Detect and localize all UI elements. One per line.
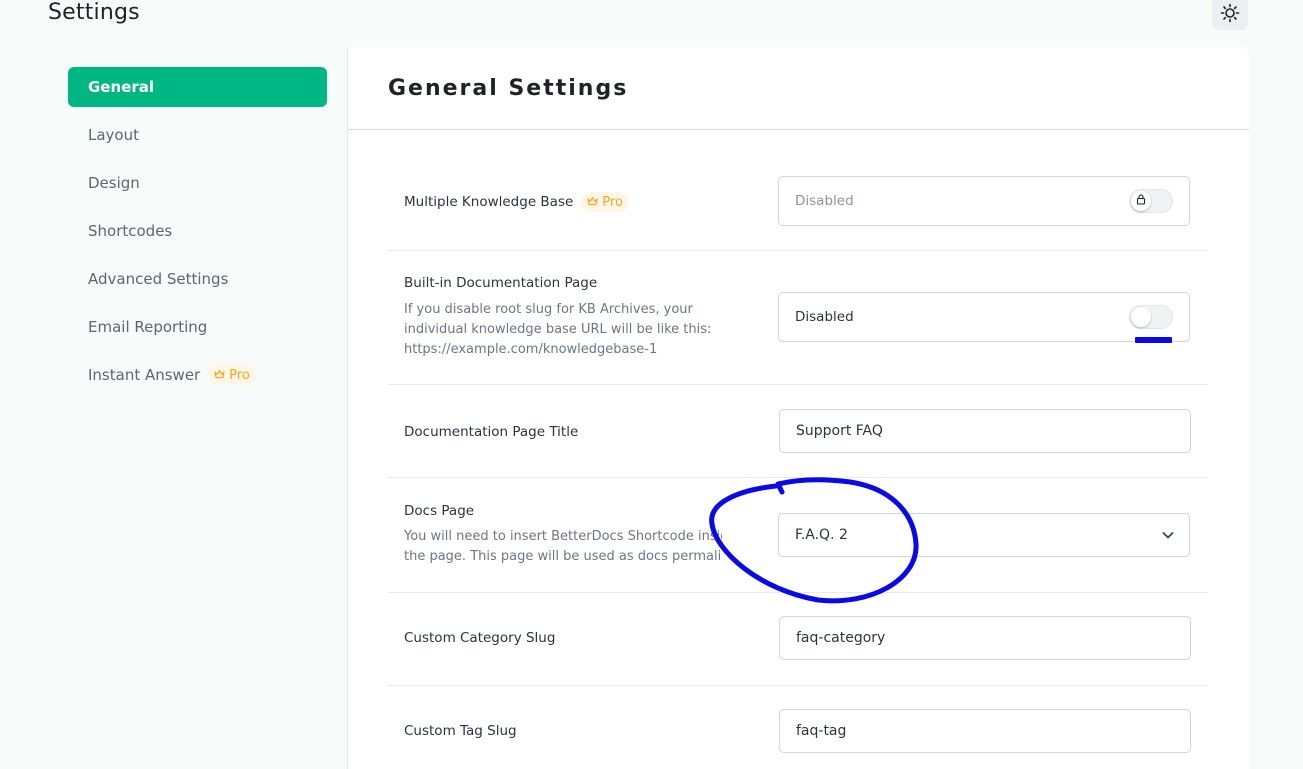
docs-page-select[interactable]: F.A.Q. 2 [778,513,1190,557]
sidebar-item-label: Email Reporting [88,318,208,336]
setting-label: Documentation Page Title [404,424,579,440]
settings-content: General Settings Multiple Knowledge Base… [347,47,1249,769]
content-header: General Settings [348,47,1249,130]
setting-label: Built-in Documentation Page [404,275,598,291]
pro-badge: Pro [208,365,256,385]
chevron-down-icon [1161,528,1175,542]
toggle-knob [1131,191,1151,211]
sidebar-item-label: General [88,78,154,96]
setting-row-docs-title: Documentation Page Title Support FAQ [388,384,1208,478]
sidebar-item-general[interactable]: General [68,67,327,107]
sidebar-item-label: Layout [88,126,139,144]
page-title: Settings [48,0,140,25]
theme-toggle-button[interactable] [1212,0,1248,30]
sidebar-item-advanced-settings[interactable]: Advanced Settings [68,259,327,299]
sidebar-item-label: Design [88,174,140,192]
sidebar-item-shortcodes[interactable]: Shortcodes [68,211,327,251]
sidebar-item-layout[interactable]: Layout [68,115,327,155]
docs-page-title-input[interactable]: Support FAQ [779,409,1191,453]
setting-label: Multiple Knowledge Base Pro [404,192,629,212]
lock-icon [1136,193,1146,209]
setting-label: Custom Tag Slug [404,723,517,739]
section-title: General Settings [388,75,629,101]
annotation-underline [1135,337,1172,343]
toggle-state-text: Disabled [795,309,854,325]
crown-icon [587,195,598,210]
setting-label: Docs Page [404,503,475,519]
sun-icon [1220,3,1240,27]
sidebar-item-design[interactable]: Design [68,163,327,203]
sidebar-item-label: Advanced Settings [88,270,229,288]
setting-row-multiple-kb: Multiple Knowledge Base Pro Disabled [388,164,1208,251]
setting-description: You will need to insert BetterDocs Short… [404,529,722,564]
sidebar-item-instant-answer[interactable]: Instant Answer Pro [68,355,327,395]
multiple-kb-toggle-field[interactable]: Disabled [778,176,1190,226]
crown-icon [214,368,225,383]
pro-badge: Pro [581,192,629,212]
builtin-docs-toggle-switch[interactable] [1129,305,1173,329]
sidebar-item-label: Instant Answer [88,366,201,384]
settings-sidebar: General Layout Design Shortcodes Advance… [48,47,347,769]
setting-label: Custom Category Slug [404,630,556,646]
setting-row-docs-page: Docs Page You will need to insert Better… [388,477,1208,593]
category-slug-input[interactable]: faq-category [779,616,1191,660]
sidebar-item-email-reporting[interactable]: Email Reporting [68,307,327,347]
setting-row-builtin-docs: Built-in Documentation Page If you disab… [388,250,1208,385]
locked-toggle-switch[interactable] [1129,189,1173,213]
builtin-docs-toggle-field[interactable]: Disabled [778,292,1190,342]
setting-row-tag-slug: Custom Tag Slug faq-tag [388,685,1208,769]
tag-slug-input[interactable]: faq-tag [779,709,1191,753]
toggle-knob [1131,307,1151,327]
setting-row-category-slug: Custom Category Slug faq-category [388,592,1208,686]
sidebar-item-label: Shortcodes [88,222,173,240]
toggle-state-text: Disabled [795,193,854,209]
setting-description: If you disable root slug for KB Archives… [404,302,712,357]
